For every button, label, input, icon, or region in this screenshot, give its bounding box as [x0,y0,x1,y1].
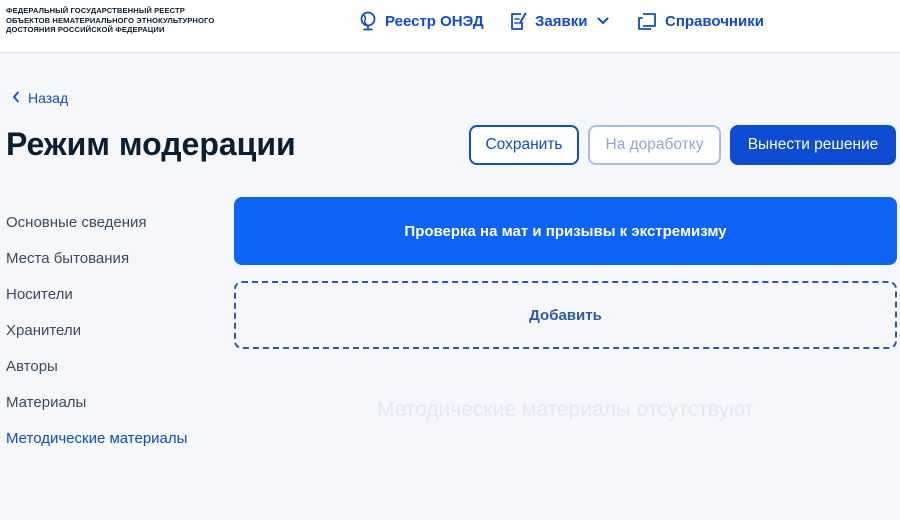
registry-logo[interactable]: ФЕДЕРАЛЬНЫЙ ГОСУДАРСТВЕННЫЙ РЕЕСТР ОБЪЕК… [6,6,214,35]
chevron-down-icon [597,17,609,25]
rework-button[interactable]: На доработку [588,125,721,165]
book-icon [637,11,657,31]
page-title: Режим модерации [6,126,296,162]
back-label: Назад [28,90,69,106]
empty-state-message: Методические материалы отсутствуют [376,398,755,421]
profanity-extremism-check-button[interactable]: Проверка на мат и призывы к экстремизму [234,197,897,265]
nav-requests[interactable]: Заявки [509,10,609,32]
logo-line-2: ОБЪЕКТОВ НЕМАТЕРИАЛЬНОГО ЭТНОКУЛЬТУРНОГО [6,15,215,25]
section-sidebar: Основные сведения Места бытования Носите… [6,200,221,460]
logo-line-3: ДОСТОЯНИЯ РОССИЙСКОЙ ФЕДЕРАЦИИ [6,25,165,35]
chevron-left-icon [12,90,20,106]
top-navigation-bar: ФЕДЕРАЛЬНЫЙ ГОСУДАРСТВЕННЫЙ РЕЕСТР ОБЪЕК… [0,0,900,53]
globe-icon [359,11,377,31]
add-material-button[interactable]: Добавить [234,281,897,349]
nav-registry[interactable]: Реестр ОНЭД [359,10,484,32]
nav-guides-label: Справочники [665,12,764,30]
save-button[interactable]: Сохранить [469,125,579,165]
sidebar-item-methodical-materials[interactable]: Методические материалы [6,416,221,460]
back-link[interactable]: Назад [12,88,68,108]
document-edit-icon [509,11,527,31]
nav-requests-label: Заявки [535,12,588,30]
nav-guides[interactable]: Справочники [637,10,764,32]
decide-button[interactable]: Вынести решение [730,125,896,165]
nav-registry-label: Реестр ОНЭД [385,12,484,30]
logo-line-1: ФЕДЕРАЛЬНЫЙ ГОСУДАРСТВЕННЫЙ РЕЕСТР [6,6,185,15]
